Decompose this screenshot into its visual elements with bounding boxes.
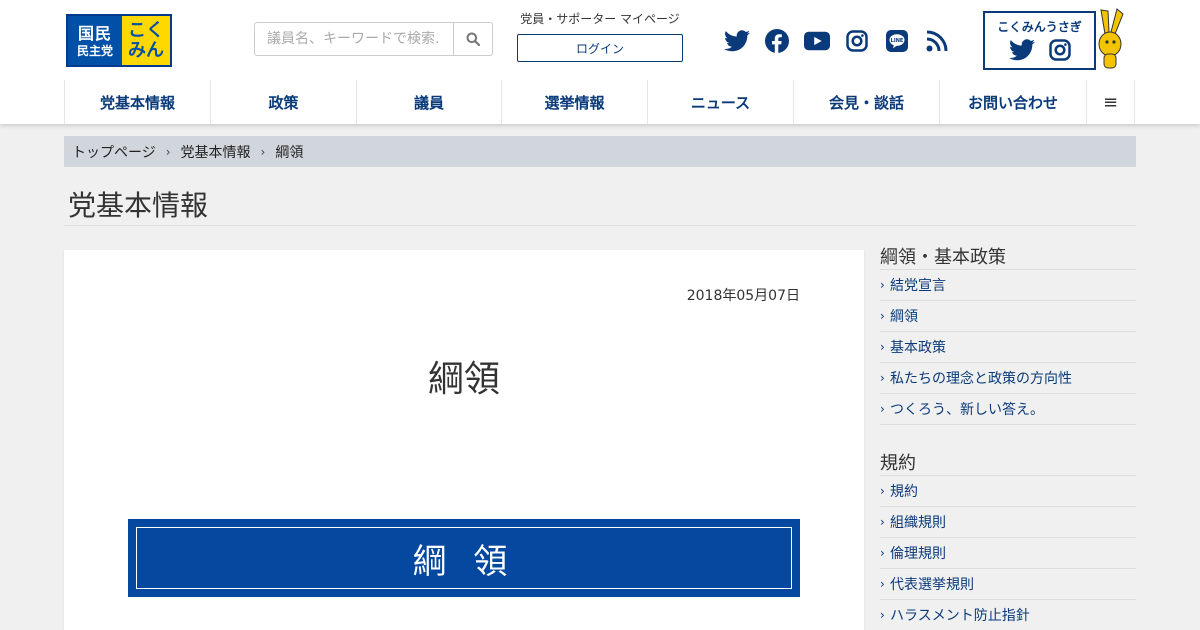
search-input[interactable] [254, 22, 454, 56]
sidebar-list: › 規約 › 組織規則 › 倫理規則 › 代表選挙規則 › ハラスメント防止指針 [880, 476, 1136, 630]
social-links: LINE [724, 28, 950, 54]
breadcrumb-link[interactable]: 党基本情報 [181, 142, 251, 162]
nav-item-policy[interactable]: 政策 [211, 80, 357, 124]
sidebar-item[interactable]: › 基本政策 [880, 332, 1136, 363]
chevron-right-icon: › [880, 484, 885, 498]
sidebar-item-label: 倫理規則 [890, 546, 946, 562]
sidebar-item[interactable]: › 私たちの理念と政策の方向性 [880, 363, 1136, 394]
nav-item-news[interactable]: ニュース [648, 80, 794, 124]
rss-icon[interactable] [924, 28, 950, 54]
chevron-right-icon: › [880, 546, 885, 560]
chevron-right-icon: › [880, 309, 885, 323]
sidebar-heading: 綱領・基本政策 [880, 245, 1136, 270]
top-bar: 国民 民主党 こく みん 党員・サポーター マイページ ログイン [0, 0, 1200, 80]
logo-text: 国民 [77, 23, 112, 43]
chevron-right-icon: › [260, 144, 266, 159]
sidebar-item[interactable]: › 結党宣言 [880, 270, 1136, 301]
usagi-icons [985, 39, 1094, 61]
page-title: 党基本情報 [68, 189, 209, 222]
article-title: 綱領 [427, 359, 500, 400]
twitter-icon[interactable] [1008, 39, 1035, 61]
sidebar-item[interactable]: › ハラスメント防止指針 [880, 600, 1136, 630]
line-icon[interactable]: LINE [884, 28, 910, 54]
youtube-icon[interactable] [804, 28, 830, 54]
breadcrumb-current: 綱領 [275, 144, 304, 161]
twitter-icon[interactable] [724, 28, 750, 54]
divider [64, 225, 1136, 226]
nav-item-contact[interactable]: お問い合わせ [940, 80, 1087, 124]
chevron-right-icon: › [880, 577, 885, 591]
facebook-icon[interactable] [764, 28, 790, 54]
nav-item-party-info[interactable]: 党基本情報 [65, 80, 211, 124]
instagram-icon[interactable] [1048, 39, 1071, 61]
sidebar-item[interactable]: › 倫理規則 [880, 538, 1136, 569]
sidebar-list: › 結党宣言 › 綱領 › 基本政策 › 私たちの理念と政策の方向性 › つくろう、新しい… [880, 270, 1136, 425]
sidebar-item-label: 結党宣言 [890, 278, 946, 294]
instagram-icon[interactable] [844, 28, 870, 54]
logo-right-block: こく みん [122, 16, 170, 65]
article-card: 2018年05月07日 綱領 綱 領 [64, 250, 864, 630]
site-header: 国民 民主党 こく みん 党員・サポーター マイページ ログイン [0, 0, 1200, 124]
sidebar-item[interactable]: › 組織規則 [880, 507, 1136, 538]
svg-text:LINE: LINE [891, 38, 904, 44]
breadcrumb: トップページ › 党基本情報 › 綱領 [64, 136, 1136, 167]
usagi-title: こくみんうさぎ [997, 20, 1082, 34]
sidebar-item-label: 組織規則 [890, 515, 946, 531]
chevron-right-icon: › [165, 144, 171, 159]
mypage-label: 党員・サポーター マイページ [520, 12, 680, 26]
nav-item-press[interactable]: 会見・談話 [794, 80, 940, 124]
sidebar-item-label: 私たちの理念と政策の方向性 [890, 371, 1072, 387]
sidebar-item-label: 綱領 [890, 309, 918, 325]
logo-text: みん [128, 39, 164, 61]
logo-left-block: 国民 民主党 [68, 16, 122, 65]
sidebar-item-label: ハラスメント防止指針 [890, 608, 1030, 624]
sidebar-item-label: つくろう、新しい答え。 [890, 402, 1044, 418]
article-date: 2018年05月07日 [686, 288, 800, 304]
search-form [254, 22, 493, 56]
article-banner: 綱 領 [128, 519, 800, 597]
sidebar-heading: 規約 [880, 451, 1136, 476]
logo-text: こく [128, 19, 164, 41]
search-icon [466, 32, 480, 46]
sidebar-item[interactable]: › 綱領 [880, 301, 1136, 332]
sidebar: 綱領・基本政策 › 結党宣言 › 綱領 › 基本政策 › 私たちの理念と政策の方向性 ›… [880, 245, 1136, 630]
sidebar-item[interactable]: › 規約 [880, 476, 1136, 507]
bunny-mascot-icon [1098, 8, 1124, 69]
logo-text: 民主党 [76, 43, 113, 58]
menu-icon[interactable]: ≡ [1087, 80, 1135, 124]
kokumin-usagi-box[interactable]: こくみんうさぎ [983, 11, 1096, 70]
sidebar-item-label: 基本政策 [890, 340, 946, 356]
chevron-right-icon: › [880, 371, 885, 385]
party-logo[interactable]: 国民 民主党 こく みん [66, 14, 172, 67]
sidebar-item-label: 代表選挙規則 [890, 577, 974, 593]
login-button[interactable]: ログイン [517, 34, 683, 62]
breadcrumb-link[interactable]: トップページ [72, 142, 156, 162]
chevron-right-icon: › [880, 515, 885, 529]
sidebar-item[interactable]: › つくろう、新しい答え。 [880, 394, 1136, 425]
nav-item-election[interactable]: 選挙情報 [502, 80, 648, 124]
chevron-right-icon: › [880, 608, 885, 622]
search-button[interactable] [454, 22, 493, 56]
chevron-right-icon: › [880, 340, 885, 354]
chevron-right-icon: › [880, 278, 885, 292]
sidebar-item-label: 規約 [890, 484, 918, 500]
sidebar-item[interactable]: › 代表選挙規則 [880, 569, 1136, 600]
main-nav: 党基本情報 政策 議員 選挙情報 ニュース 会見・談話 お問い合わせ ≡ [64, 80, 1136, 124]
chevron-right-icon: › [880, 402, 885, 416]
banner-text: 綱 領 [136, 527, 792, 589]
nav-item-members[interactable]: 議員 [357, 80, 502, 124]
